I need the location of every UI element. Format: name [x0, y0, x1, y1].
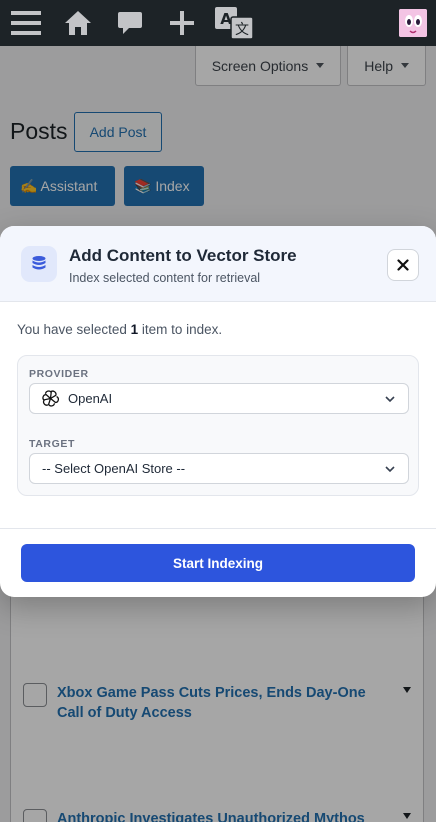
settings-panel: PROVIDER OpenAI TARGET -- Select OpenAI …: [17, 355, 419, 496]
target-select[interactable]: -- Select OpenAI Store --: [29, 453, 409, 484]
comment-icon[interactable]: [104, 0, 156, 46]
home-icon[interactable]: [52, 0, 104, 46]
footer-divider: [0, 528, 436, 529]
provider-select[interactable]: OpenAI: [29, 383, 409, 414]
chevron-down-icon: [385, 396, 395, 403]
admin-bar: A文: [0, 0, 436, 46]
modal-title: Add Content to Vector Store: [69, 246, 297, 265]
start-indexing-button[interactable]: Start Indexing: [21, 544, 415, 582]
provider-label: PROVIDER: [29, 368, 89, 380]
modal-header: Add Content to Vector Store Index select…: [0, 226, 436, 302]
avatar[interactable]: [399, 9, 427, 37]
close-icon: [397, 259, 409, 271]
target-value: -- Select OpenAI Store --: [42, 461, 186, 476]
modal-subtitle: Index selected content for retrieval: [69, 271, 261, 285]
plus-icon[interactable]: [156, 0, 208, 46]
selection-count: 1: [130, 322, 139, 337]
openai-icon: [42, 390, 59, 407]
database-icon: [21, 246, 57, 282]
menu-icon[interactable]: [0, 0, 52, 46]
svg-text:文: 文: [235, 22, 249, 38]
target-label: TARGET: [29, 438, 75, 450]
chevron-down-icon: [385, 466, 395, 473]
close-button[interactable]: [387, 249, 419, 281]
selection-prefix: You have selected: [17, 322, 131, 337]
selection-suffix: item to index.: [138, 322, 223, 337]
translate-icon[interactable]: A文: [208, 0, 260, 46]
provider-value: OpenAI: [68, 391, 113, 406]
vector-store-modal: Add Content to Vector Store Index select…: [0, 226, 436, 597]
selection-summary: You have selected 1 item to index.: [17, 322, 222, 337]
